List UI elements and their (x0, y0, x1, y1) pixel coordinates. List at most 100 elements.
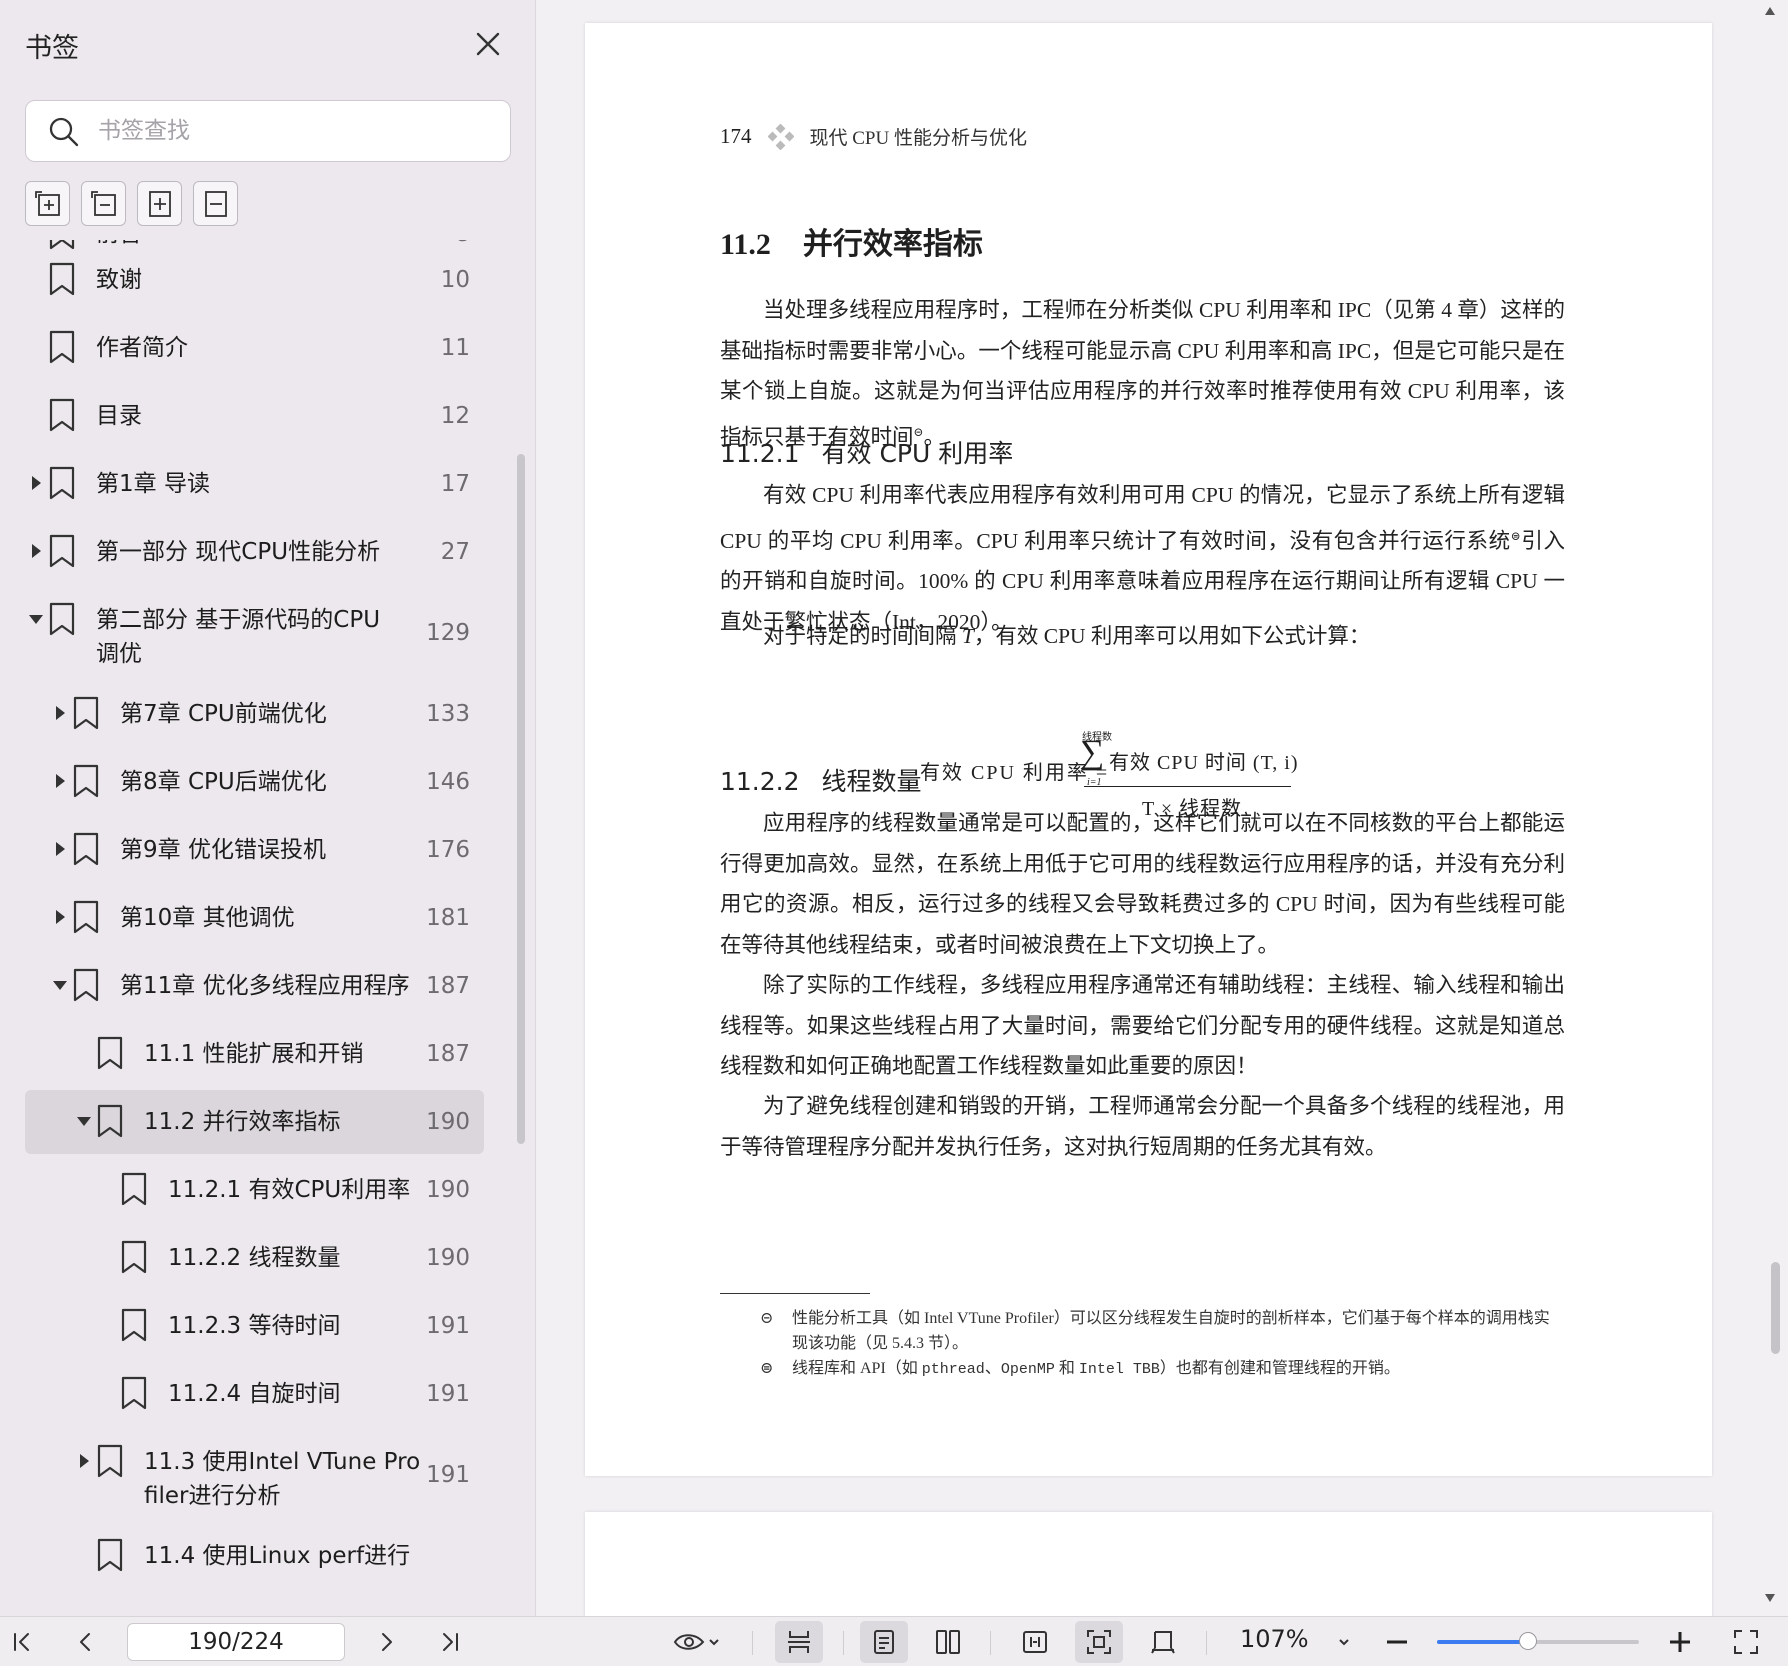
bookmark-item[interactable]: 第11章 优化多线程应用程序 187 (0, 952, 535, 1020)
remove-bookmark-button[interactable] (193, 181, 238, 226)
scroll-down-arrow-icon[interactable] (1764, 1593, 1776, 1603)
expand-all-button[interactable] (25, 181, 70, 226)
bookmark-item[interactable]: 第8章 CPU后端优化 146 (0, 748, 535, 816)
zoom-dropdown-button[interactable] (1332, 1617, 1356, 1666)
fit-width-button[interactable] (1011, 1617, 1059, 1666)
bookmark-item[interactable]: 11.2.1 有效CPU利用率 190 (0, 1156, 535, 1224)
caret-right-icon[interactable] (56, 910, 65, 924)
caret-right-icon[interactable] (80, 1454, 89, 1468)
bookmark-label-line2: filer进行分析 (144, 1483, 281, 1509)
bookmark-page: 191 (426, 1381, 470, 1407)
bookmark-page: 191 (426, 1313, 470, 1339)
bookmark-item[interactable]: 11.1 性能扩展和开销 187 (0, 1020, 535, 1088)
bookmark-item[interactable]: 第二部分 基于源代码的CPU 调优 129 (0, 586, 535, 680)
bookmark-label: 11.2.1 有效CPU利用率 (168, 1177, 411, 1203)
close-icon[interactable] (470, 26, 506, 62)
remove-bookmark-icon (204, 190, 227, 217)
caret-right-icon[interactable] (32, 476, 41, 490)
expand-all-icon (34, 190, 60, 216)
intro-paragraph: 当处理多线程应用程序时，工程师在分析类似 CPU 利用率和 IPC（见第 4 章… (720, 290, 1565, 457)
prev-page-button[interactable] (70, 1617, 102, 1666)
bookmark-item[interactable]: 11.2.2 线程数量 190 (0, 1224, 535, 1292)
bookmark-page: 10 (440, 267, 470, 293)
footnote-1: ⊝ 性能分析工具（如 Intel VTune Profiler）可以区分线程发生自… (760, 1306, 1565, 1356)
section-number: 11.2 (720, 228, 771, 261)
caret-right-icon[interactable] (56, 706, 65, 720)
bookmark-page: 11 (440, 335, 470, 361)
footnote-text: 线程库和 API（如 (792, 1360, 922, 1377)
toolbar-divider (843, 1631, 844, 1655)
bookmark-label: 第10章 其他调优 (120, 905, 295, 931)
section-heading: 11.2 并行效率指标 (720, 219, 983, 263)
bookmark-icon (96, 1036, 124, 1074)
document-viewer: 174 现代 CPU 性能分析与优化 11.2 并行效率指标 当处理多线程应用程序… (537, 0, 1788, 1616)
single-page-button[interactable] (860, 1621, 908, 1663)
footnote-ref-2[interactable]: ⊜ (1511, 529, 1521, 543)
paragraph-text: 有效 CPU 利用率代表应用程序有效利用可用 CPU 的情况，它显示了系统上所有… (720, 483, 1565, 553)
caret-right-icon[interactable] (56, 774, 65, 788)
bookmark-page: 190 (426, 1177, 470, 1203)
caret-down-icon[interactable] (77, 1117, 91, 1126)
bookmark-item[interactable]: 第9章 优化错误投机 176 (0, 816, 535, 884)
bookmark-item[interactable]: 11.2.3 等待时间 191 (0, 1292, 535, 1360)
zoom-slider-handle[interactable] (1518, 1632, 1537, 1650)
intro-text: 当处理多线程应用程序时，工程师在分析类似 CPU 利用率和 IPC（见第 4 章… (720, 298, 1565, 449)
subsection-number: 11.2.1 (720, 439, 800, 468)
actual-size-button[interactable] (1139, 1617, 1187, 1666)
zoom-out-button[interactable] (1381, 1617, 1413, 1666)
bookmark-icon (48, 534, 76, 572)
bookmark-item[interactable]: 第10章 其他调优 181 (0, 884, 535, 952)
bookmark-label: 11.2.4 自旋时间 (168, 1381, 341, 1407)
thread-count-paragraph-1: 应用程序的线程数量通常是可以配置的，这样它们就可以在不同核数的平台上都能运行得更… (720, 811, 1565, 957)
bookmark-item[interactable]: 第一部分 现代CPU性能分析 27 (0, 518, 535, 586)
bookmark-label: 第8章 CPU后端优化 (120, 769, 327, 795)
zoom-slider[interactable] (1437, 1632, 1639, 1650)
search-icon (49, 117, 79, 147)
bookmark-search-box[interactable] (25, 100, 511, 162)
caret-down-icon[interactable] (53, 981, 67, 990)
bookmark-sidebar: 书签 前言 8 致谢10作者简介11目录12第1章 导读17第一部分 现代CPU… (0, 0, 536, 1616)
chevron-down-icon (709, 1639, 719, 1646)
continuous-scroll-icon (788, 1631, 810, 1653)
bookmark-page: 133 (426, 701, 470, 727)
code-intel-tbb: Intel TBB (1078, 1361, 1160, 1378)
bookmark-item[interactable]: 11.3 使用Intel VTune Pro filer进行分析 191 (0, 1428, 535, 1522)
bookmark-icon (72, 968, 100, 1006)
caret-right-icon[interactable] (32, 544, 41, 558)
view-mode-dropdown[interactable] (664, 1617, 730, 1666)
sidebar-scrollbar[interactable] (517, 454, 525, 1144)
caret-down-icon[interactable] (29, 615, 43, 624)
bookmark-item[interactable]: 第1章 导读 17 (0, 450, 535, 518)
bookmark-search-input[interactable] (98, 111, 498, 151)
page-number-input[interactable]: 190/224 (127, 1623, 345, 1661)
add-bookmark-button[interactable] (137, 181, 182, 226)
caret-right-icon[interactable] (56, 842, 65, 856)
bookmark-item[interactable]: 11.2 并行效率指标 190 (0, 1088, 535, 1156)
continuous-scroll-button[interactable] (775, 1621, 823, 1663)
chevron-left-icon (80, 1633, 90, 1651)
paragraph-text: 对于特定的时间间隔 (763, 624, 962, 648)
variable-t: T (961, 624, 974, 648)
two-page-button[interactable] (924, 1617, 972, 1666)
first-page-button[interactable] (6, 1617, 38, 1666)
bookmark-item[interactable]: 11.2.4 自旋时间 191 (0, 1360, 535, 1428)
collapse-all-button[interactable] (81, 181, 126, 226)
footnote-2: ⊜ 线程库和 API（如 pthread、OpenMP 和 Intel TBB）也… (760, 1356, 1565, 1382)
zoom-in-button[interactable] (1664, 1617, 1696, 1666)
bookmark-item[interactable]: 11.4 使用Linux perf进行 (0, 1522, 535, 1590)
last-page-button[interactable] (434, 1617, 466, 1666)
next-page-button[interactable] (370, 1617, 402, 1666)
bookmark-item[interactable]: 第7章 CPU前端优化 133 (0, 680, 535, 748)
fit-page-button[interactable] (1075, 1621, 1123, 1663)
paragraph-text: ，有效 CPU 利用率可以用如下公式计算： (973, 624, 1371, 648)
zoom-level[interactable]: 107% (1240, 1625, 1309, 1653)
bookmark-item[interactable]: 致谢 10 (0, 246, 535, 314)
bookmark-icon (48, 330, 76, 368)
bookmark-page: 187 (426, 1041, 470, 1067)
scroll-up-arrow-icon[interactable] (1764, 6, 1776, 16)
bookmark-item[interactable]: 作者简介 11 (0, 314, 535, 382)
fullscreen-button[interactable] (1728, 1617, 1764, 1666)
bookmark-item[interactable]: 目录 12 (0, 382, 535, 450)
document-scrollbar-thumb[interactable] (1771, 1262, 1780, 1354)
bookmark-icon (48, 262, 76, 300)
